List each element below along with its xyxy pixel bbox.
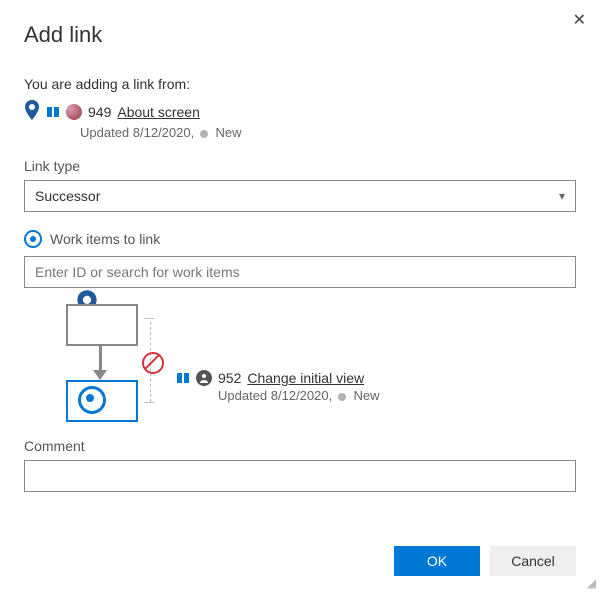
dialog-title: Add link — [24, 22, 576, 48]
diagram-source-box — [66, 304, 138, 346]
work-item-search-input[interactable]: Enter ID or search for work items — [24, 256, 576, 288]
source-title-link[interactable]: About screen — [117, 104, 200, 120]
linked-work-item: 952 Change initial view Updated 8/12/202… — [176, 370, 379, 403]
workitem-type-icon — [46, 105, 60, 119]
radio-on-icon[interactable] — [24, 230, 42, 248]
not-allowed-icon — [142, 352, 164, 374]
state-dot-icon — [338, 393, 346, 401]
linked-updated: Updated 8/12/2020, — [218, 388, 332, 403]
source-updated: Updated 8/12/2020, — [80, 125, 194, 140]
relation-diagram — [24, 300, 164, 420]
search-placeholder: Enter ID or search for work items — [35, 264, 240, 280]
comment-input[interactable] — [24, 460, 576, 492]
source-id: 949 — [88, 104, 111, 120]
dashed-cap — [144, 402, 154, 403]
link-type-select[interactable]: Successor ▾ — [24, 180, 576, 212]
unassigned-icon — [196, 370, 212, 386]
linked-title-link[interactable]: Change initial view — [247, 370, 364, 386]
comment-label: Comment — [24, 438, 576, 454]
arrow-head-icon — [93, 370, 107, 380]
state-dot-icon — [200, 130, 208, 138]
work-items-section: Work items to link — [24, 230, 576, 248]
avatar — [66, 104, 82, 120]
cancel-button[interactable]: Cancel — [490, 546, 576, 576]
close-icon[interactable]: ✕ — [573, 10, 586, 30]
chevron-down-icon: ▾ — [559, 189, 565, 203]
linked-subtext: Updated 8/12/2020, New — [218, 388, 379, 403]
dashed-cap — [144, 318, 154, 319]
link-type-value: Successor — [35, 188, 100, 204]
workitem-type-icon — [176, 371, 190, 385]
relation-diagram-area: 952 Change initial view Updated 8/12/202… — [24, 300, 576, 420]
link-type-label: Link type — [24, 158, 576, 174]
source-state: New — [215, 125, 241, 140]
intro-text: You are adding a link from: — [24, 76, 576, 92]
resize-handle-icon[interactable]: ◢ — [587, 576, 596, 590]
source-work-item: 949 About screen — [24, 100, 576, 123]
add-link-dialog: ✕ Add link You are adding a link from: 9… — [0, 0, 600, 594]
pin-icon — [24, 100, 40, 123]
work-items-label: Work items to link — [50, 231, 160, 247]
source-subtext: Updated 8/12/2020, New — [80, 125, 576, 140]
target-icon — [78, 386, 106, 414]
linked-id: 952 — [218, 370, 241, 386]
linked-state: New — [353, 388, 379, 403]
ok-button[interactable]: OK — [394, 546, 480, 576]
dialog-footer: OK Cancel — [394, 546, 576, 576]
